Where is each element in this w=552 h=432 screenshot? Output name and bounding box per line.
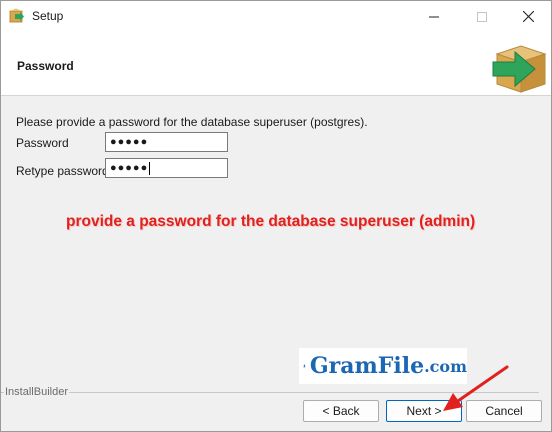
close-icon [522, 11, 534, 22]
footer-divider-left [1, 392, 4, 393]
minimize-button[interactable] [411, 1, 457, 32]
minimize-icon [429, 16, 439, 17]
annotation-text: provide a password for the database supe… [66, 213, 476, 230]
watermark-suffix: .com [424, 356, 467, 376]
footer-divider [69, 392, 539, 393]
watermark-name: GramFile [309, 353, 425, 379]
brand-label: InstallBuilder [5, 386, 68, 398]
close-button[interactable] [505, 1, 551, 32]
maximize-button[interactable] [459, 1, 505, 32]
cancel-button[interactable]: Cancel [466, 400, 542, 422]
window-title: Setup [32, 9, 64, 23]
back-button[interactable]: < Back [303, 400, 379, 422]
box-with-green-arrow-icon [492, 45, 547, 93]
retype-password-input[interactable]: ●●●●● [105, 158, 228, 178]
instruction-text: Please provide a password for the databa… [16, 115, 368, 129]
retype-password-value: ●●●●● [110, 162, 149, 174]
retype-password-label: Retype password [16, 164, 109, 178]
title-bar[interactable]: Setup [1, 1, 551, 32]
page-title: Password [17, 59, 74, 73]
password-value: ●●●●● [110, 136, 149, 148]
text-caret [149, 161, 151, 175]
download-arrow-icon [303, 364, 306, 368]
setup-window: Setup Password Please provide a password… [0, 0, 552, 432]
watermark: GramFile .com [299, 348, 467, 384]
password-label: Password [16, 136, 69, 150]
app-icon [9, 8, 24, 23]
page-header: Password [1, 32, 551, 96]
maximize-icon [477, 11, 487, 22]
next-button[interactable]: Next > [386, 400, 462, 422]
password-input[interactable]: ●●●●● [105, 132, 228, 152]
